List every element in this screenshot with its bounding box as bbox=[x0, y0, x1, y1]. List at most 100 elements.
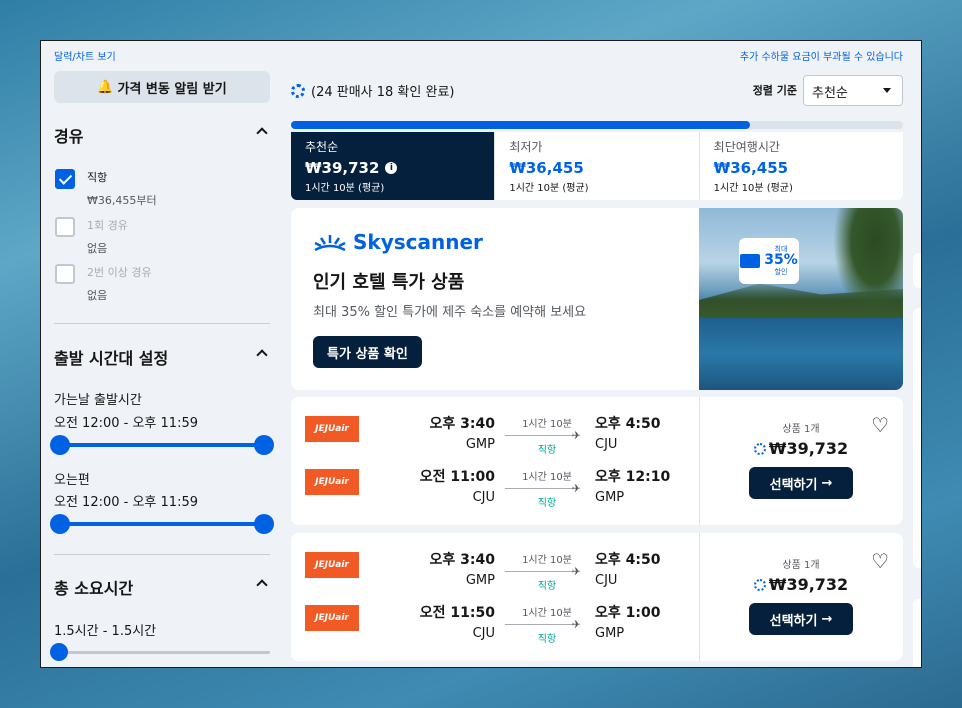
checkbox-one-stop[interactable] bbox=[55, 217, 75, 237]
price-alert-label: 가격 변동 알림 받기 bbox=[117, 81, 227, 97]
hotel-promo-banner: Skyscanner 인기 호텔 특가 상품 최대 35% 할인 특가에 제주 … bbox=[291, 208, 903, 390]
leg-stops: 직항 bbox=[537, 445, 557, 456]
return-time-slider[interactable] bbox=[50, 514, 274, 534]
leg-stops: 직항 bbox=[537, 498, 557, 509]
search-progress: (24 판매사 18 확인 완료) bbox=[291, 81, 454, 100]
discount-badge: 최대 35% 할인 bbox=[739, 238, 799, 284]
duration-slider[interactable] bbox=[50, 643, 270, 661]
slider-handle-start[interactable] bbox=[50, 514, 70, 534]
checkbox-two-plus[interactable] bbox=[55, 264, 75, 284]
option-sub: ₩36,455부터 bbox=[87, 194, 157, 207]
heart-icon[interactable]: ♡ bbox=[871, 549, 889, 573]
sort-label: 정렬 기준 bbox=[752, 84, 797, 97]
tab-title: 최저가 bbox=[509, 140, 543, 154]
palm-shape bbox=[833, 208, 903, 318]
side-panel-edge bbox=[913, 599, 921, 667]
progress-fill bbox=[291, 121, 750, 129]
tab-duration: 1시간 10분 (평균) bbox=[509, 183, 589, 194]
option-label: 2번 이상 경유 bbox=[87, 266, 152, 279]
baggage-fee-notice[interactable]: 추가 수하물 요금이 부과될 수 있습니다 bbox=[740, 48, 903, 63]
checkbox-direct[interactable] bbox=[55, 169, 75, 189]
jejuair-logo: JEJUair bbox=[305, 552, 359, 578]
promo-cta-button[interactable]: 특가 상품 확인 bbox=[313, 336, 422, 368]
price-area: 상품 1개 ₩39,732 선택하기 → ♡ bbox=[699, 397, 903, 525]
plane-icon: ✈ bbox=[571, 429, 581, 442]
result-price: ₩39,732 bbox=[768, 439, 849, 458]
outbound-time-slider[interactable] bbox=[50, 435, 274, 455]
leg-stops: 직항 bbox=[537, 634, 557, 645]
departure-section-title[interactable]: 출발 시간대 설정 bbox=[54, 345, 270, 369]
dep-time: 오전 11:50 bbox=[419, 605, 495, 621]
calendar-chart-link[interactable]: 달력/차트 보기 bbox=[54, 48, 116, 63]
price-alert-button[interactable]: 🔔 가격 변동 알림 받기 bbox=[54, 71, 270, 103]
slider-handle[interactable] bbox=[50, 643, 68, 661]
tab-fastest[interactable]: 최단여행시간 ₩36,455 1시간 10분 (평균) bbox=[700, 132, 903, 200]
info-icon[interactable]: i bbox=[385, 162, 398, 174]
route-line: ✈ bbox=[505, 618, 581, 631]
promo-subtitle: 최대 35% 할인 특가에 제주 숙소를 예약해 보세요 bbox=[313, 305, 587, 320]
sort-tabs: 추천순 ₩39,732 i 1시간 10분 (평균) 최저가 ₩36,455 1시… bbox=[291, 132, 903, 200]
route-line: ✈ bbox=[505, 565, 581, 578]
dep-time: 오전 11:00 bbox=[419, 469, 495, 485]
loading-spinner-icon bbox=[291, 83, 305, 98]
departure-title-text: 출발 시간대 설정 bbox=[54, 349, 169, 368]
side-panel-edge bbox=[913, 308, 921, 568]
slider-handle-end[interactable] bbox=[254, 514, 274, 534]
plane-icon: ✈ bbox=[571, 618, 581, 631]
select-button[interactable]: 선택하기 → bbox=[749, 467, 853, 499]
stop-option-one[interactable]: 1회 경유 없음 bbox=[55, 217, 128, 256]
option-sub: 없음 bbox=[87, 289, 108, 302]
option-sub: 없음 bbox=[87, 242, 108, 255]
tab-cheapest[interactable]: 최저가 ₩36,455 1시간 10분 (평균) bbox=[495, 132, 700, 200]
flight-leg: JEJUair 오후 3:40 GMP 1시간 10분 ✈ 직항 오후 4:50 CJU bbox=[305, 547, 685, 592]
flight-leg: JEJUair 오후 3:40 GMP 1시간 10분 ✈ 직항 오후 4:50 CJU bbox=[305, 411, 685, 456]
arr-time: 오후 4:50 bbox=[595, 552, 661, 568]
stop-option-two-plus[interactable]: 2번 이상 경유 없음 bbox=[55, 264, 152, 303]
leg-duration: 1시간 10분 bbox=[522, 608, 572, 619]
plane-icon: ✈ bbox=[571, 482, 581, 495]
route-line: ✈ bbox=[505, 482, 581, 495]
heart-icon[interactable]: ♡ bbox=[871, 413, 889, 437]
promo-pool-image[interactable]: 최대 35% 할인 bbox=[699, 208, 903, 390]
stops-section-title[interactable]: 경유 bbox=[54, 123, 270, 147]
select-button[interactable]: 선택하기 → bbox=[749, 603, 853, 635]
option-label: 직항 bbox=[87, 171, 108, 184]
price-area: 상품 1개 ₩39,732 선택하기 → ♡ bbox=[699, 533, 903, 661]
filter-sidebar: 🔔 가격 변동 알림 받기 경유 직항 ₩36,455부터 1회 경유 없음 2… bbox=[41, 67, 281, 667]
app-window: 달력/차트 보기 추가 수하물 요금이 부과될 수 있습니다 🔔 가격 변동 알… bbox=[40, 40, 922, 668]
tab-recommended[interactable]: 추천순 ₩39,732 i 1시간 10분 (평균) bbox=[291, 132, 496, 200]
leg-duration: 1시간 10분 bbox=[522, 472, 572, 483]
arr-time: 오후 1:00 bbox=[595, 605, 661, 621]
return-range: 오전 12:00 - 오후 11:59 bbox=[54, 495, 198, 510]
duration-range: 1.5시간 - 1.5시간 bbox=[54, 624, 157, 639]
flight-result-card[interactable]: JEJUair 오후 3:40 GMP 1시간 10분 ✈ 직항 오후 4:50 CJU… bbox=[291, 533, 903, 661]
result-price: ₩39,732 bbox=[768, 575, 849, 594]
dep-airport: CJU bbox=[472, 490, 495, 505]
sort-dropdown[interactable]: 추천순 bbox=[803, 75, 903, 106]
tab-price: ₩39,732 bbox=[305, 159, 380, 177]
slider-handle-end[interactable] bbox=[254, 435, 274, 455]
side-panel-edge bbox=[913, 253, 921, 288]
stop-option-direct[interactable]: 직항 ₩36,455부터 bbox=[55, 169, 157, 208]
dep-airport: GMP bbox=[465, 437, 495, 452]
leg-duration: 1시간 10분 bbox=[522, 419, 572, 430]
option-label: 1회 경유 bbox=[87, 219, 128, 232]
return-label: 오는편 bbox=[54, 473, 90, 488]
chevron-up-icon bbox=[256, 579, 268, 591]
right-column-edge bbox=[913, 81, 921, 667]
brand-name: Skyscanner bbox=[353, 230, 483, 254]
route-line: ✈ bbox=[505, 429, 581, 442]
select-label: 선택하기 bbox=[769, 613, 818, 629]
divider bbox=[54, 554, 270, 555]
jejuair-logo: JEJUair bbox=[305, 605, 359, 631]
skyscanner-logo: Skyscanner bbox=[313, 230, 483, 254]
flight-result-card[interactable]: JEJUair 오후 3:40 GMP 1시간 10분 ✈ 직항 오후 4:50 CJU… bbox=[291, 397, 903, 525]
dep-airport: GMP bbox=[465, 573, 495, 588]
chevron-up-icon bbox=[256, 349, 268, 361]
duration-section-title[interactable]: 총 소요시간 bbox=[54, 575, 270, 599]
loading-spinner-icon bbox=[753, 578, 766, 591]
sort-value: 추천순 bbox=[812, 86, 848, 101]
slider-handle-start[interactable] bbox=[50, 435, 70, 455]
tab-duration: 1시간 10분 (평균) bbox=[305, 183, 385, 194]
duration-title-text: 총 소요시간 bbox=[54, 579, 134, 598]
